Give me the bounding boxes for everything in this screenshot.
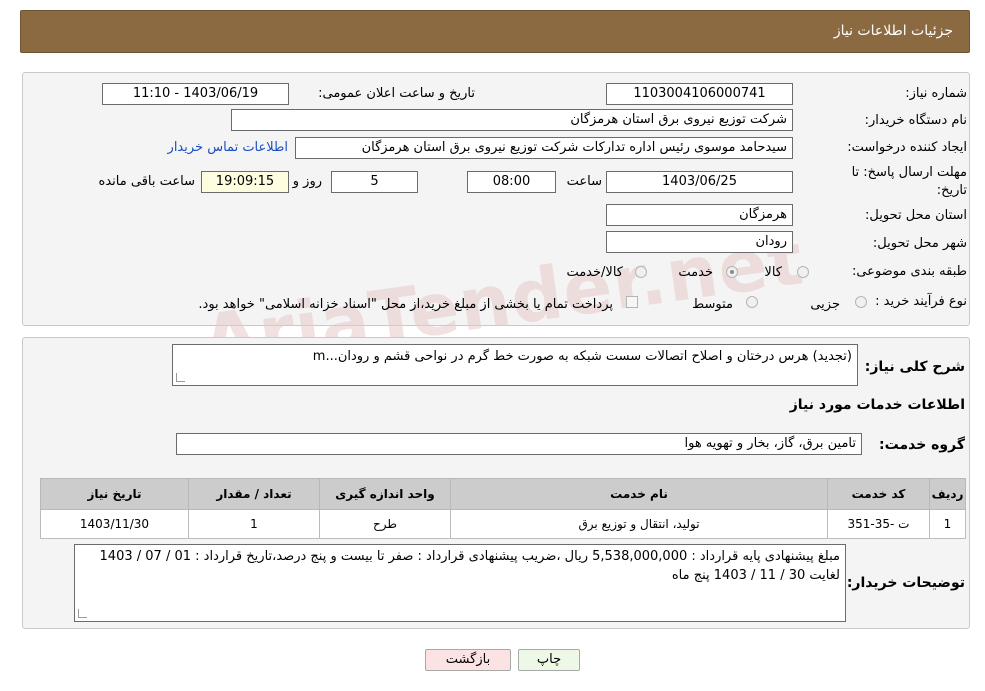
service-group-label: گروه خدمت: [879, 437, 965, 453]
buyer-notes-textarea[interactable]: مبلغ پیشنهادی پایه قرارداد : 5,538,000,0… [74, 544, 846, 622]
city-field: رودان [606, 231, 793, 253]
need-number-field: 1103004106000741 [606, 83, 793, 105]
announce-field: 1403/06/19 - 11:10 [102, 83, 289, 105]
category-label: طبقه بندی موضوعی: [851, 264, 967, 279]
col-need-date: تاریخ نیاز [40, 478, 189, 510]
process-label: نوع فرآیند خرید : [875, 294, 967, 309]
category-radio-goods[interactable] [797, 266, 809, 278]
process-option-medium: متوسط [692, 297, 733, 312]
city-label: شهر محل تحویل: [872, 236, 967, 251]
treasury-payment-note: پرداخت تمام یا بخشی از مبلغ خرید،از محل … [198, 297, 613, 312]
remaining-label: ساعت باقی مانده [98, 174, 195, 189]
cell-row-number: 1 [929, 509, 966, 539]
summary-textarea[interactable]: (تجدید) هرس درختان و اصلاح اتصالات سست ش… [172, 344, 858, 386]
province-label: استان محل تحویل: [865, 208, 967, 223]
deadline-label-line1: مهلت ارسال پاسخ: تا [851, 165, 967, 180]
deadline-time-field: 08:00 [467, 171, 556, 193]
contact-buyer-link[interactable]: اطلاعات تماس خریدار [168, 140, 288, 155]
category-option-service: خدمت [678, 265, 713, 280]
cell-service-code: ت -35-351 [827, 509, 930, 539]
category-option-goods: کالا [764, 265, 782, 280]
summary-text: (تجدید) هرس درختان و اصلاح اتصالات سست ش… [312, 349, 852, 364]
table-row: 1 ت -35-351 تولید، انتقال و توزیع برق طر… [40, 509, 966, 539]
process-radio-minor[interactable] [855, 296, 867, 308]
days-label: روز و [292, 174, 322, 189]
resize-handle[interactable] [78, 609, 87, 618]
treasury-payment-checkbox[interactable] [626, 296, 638, 308]
col-service-name: نام خدمت [450, 478, 828, 510]
cell-service-name: تولید، انتقال و توزیع برق [450, 509, 828, 539]
remaining-time-field: 19:09:15 [201, 171, 289, 193]
buyer-org-field: شرکت توزیع نیروی برق استان هرمزگان [231, 109, 793, 131]
col-service-code: کد خدمت [827, 478, 930, 510]
province-field: هرمزگان [606, 204, 793, 226]
deadline-label-line2: تاریخ: [936, 183, 967, 198]
process-option-minor: جزیی [810, 297, 840, 312]
services-section-title: اطلاعات خدمات مورد نیاز [789, 397, 965, 413]
resize-handle[interactable] [176, 373, 185, 382]
buyer-notes-label: توضیحات خریدار: [846, 575, 965, 591]
services-table-header: ردیف کد خدمت نام خدمت واحد اندازه گیری ت… [40, 478, 966, 510]
services-table: ردیف کد خدمت نام خدمت واحد اندازه گیری ت… [40, 478, 966, 539]
col-quantity: تعداد / مقدار [188, 478, 320, 510]
time-label: ساعت [566, 174, 602, 189]
announce-label: تاریخ و ساعت اعلان عمومی: [318, 86, 475, 101]
requester-label: ایجاد کننده درخواست: [847, 140, 967, 155]
summary-label: شرح کلی نیاز: [864, 359, 965, 375]
category-option-goods-service: کالا/خدمت [566, 265, 623, 280]
requester-field: سیدحامد موسوی رئیس اداره تدارکات شرکت تو… [295, 137, 793, 159]
cell-unit: طرح [319, 509, 451, 539]
cell-quantity: 1 [188, 509, 320, 539]
back-button[interactable]: بازگشت [425, 649, 511, 671]
print-button[interactable]: چاپ [518, 649, 580, 671]
deadline-date-field: 1403/06/25 [606, 171, 793, 193]
process-radio-medium[interactable] [746, 296, 758, 308]
buyer-org-label: نام دستگاه خریدار: [864, 113, 967, 128]
page-title: جزئیات اطلاعات نیاز [833, 23, 953, 39]
need-number-label: شماره نیاز: [905, 86, 967, 101]
col-unit: واحد اندازه گیری [319, 478, 451, 510]
cell-need-date: 1403/11/30 [40, 509, 189, 539]
service-group-field: تامین برق، گاز، بخار و تهویه هوا [176, 433, 862, 455]
category-radio-goods-service[interactable] [635, 266, 647, 278]
days-field: 5 [331, 171, 418, 193]
category-radio-service[interactable] [726, 266, 738, 278]
col-row-number: ردیف [929, 478, 966, 510]
buyer-notes-text: مبلغ پیشنهادی پایه قرارداد : 5,538,000,0… [99, 549, 840, 583]
page-header: جزئیات اطلاعات نیاز [20, 10, 970, 53]
